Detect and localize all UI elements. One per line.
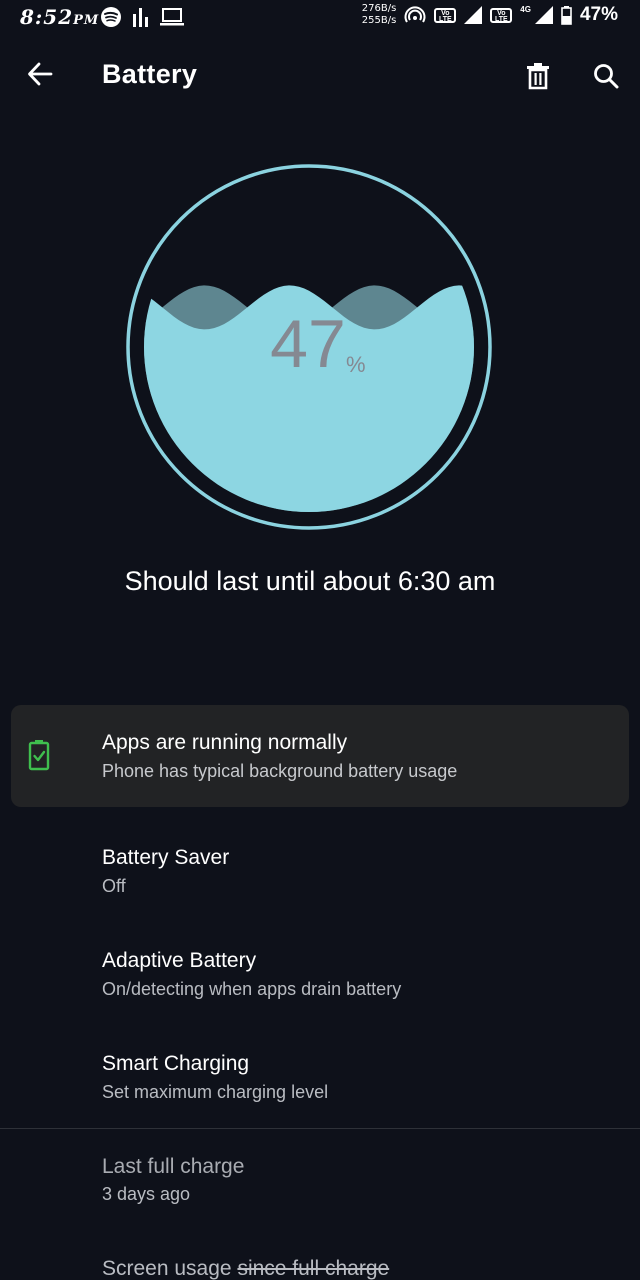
pref-title: Battery Saver [102,846,230,869]
battery-check-icon [28,740,50,771]
signal-icon [464,6,483,24]
status-card-subtitle: Phone has typical background battery usa… [102,761,458,781]
last-full-charge-label: Last full charge [102,1155,245,1178]
battery-settings-screen: 8:52PM 276B/s 255B/s Vo LTE Vo LTE 4G 47… [0,0,640,1280]
battery-estimate: Should last until about 6:30 am [124,566,496,596]
search-icon [594,64,619,89]
page-title: Battery [102,59,198,89]
volte-icon: Vo LTE [434,7,457,23]
hotspot-icon [404,6,426,23]
adaptive-battery-item[interactable]: Adaptive Battery On/detecting when apps … [0,937,640,1033]
network-type: 4G [520,4,531,14]
spotify-icon [101,7,121,27]
battery-level-gauge: 47 % [124,162,494,532]
gauge-unit: % [346,352,366,377]
search-button[interactable] [584,54,628,98]
status-time: 8:52PM [20,5,100,29]
battery-status-card[interactable]: Apps are running normally Phone has typi… [11,705,629,807]
system-icons: 276B/s 255B/s Vo LTE Vo LTE 4G 47% [362,3,618,27]
pref-subtitle: On/detecting when apps drain battery [102,979,402,999]
trash-icon [527,63,549,90]
pref-subtitle: Off [102,876,126,896]
section-divider [0,1128,640,1129]
signal-icon-sim2 [534,6,553,24]
arrow-back-icon [28,62,53,86]
battery-saver-item[interactable]: Battery Saver Off [0,834,640,930]
pref-subtitle: Set maximum charging level [102,1082,329,1102]
volte-icon-sim2: Vo LTE [490,7,513,23]
pref-title: Smart Charging [102,1052,250,1075]
battery-icon [561,5,572,25]
screen-usage-label: Screen usage since full charge [102,1257,390,1280]
smart-charging-item[interactable]: Smart Charging Set maximum charging leve… [0,1040,640,1136]
back-button[interactable] [20,54,60,94]
last-full-charge-value: 3 days ago [102,1184,191,1204]
network-speed: 276B/s 255B/s [361,3,397,26]
status-card-title: Apps are running normally [102,731,348,754]
status-bar: 8:52PM 276B/s 255B/s Vo LTE Vo LTE 4G 47… [0,0,640,36]
pref-title: Adaptive Battery [102,949,257,972]
delete-button[interactable] [516,54,560,98]
status-battery-percent: 47% [579,4,618,25]
laptop-icon [160,8,184,26]
bar-chart-icon [133,8,148,27]
app-bar: Battery [0,40,640,110]
notification-icons [100,6,184,28]
